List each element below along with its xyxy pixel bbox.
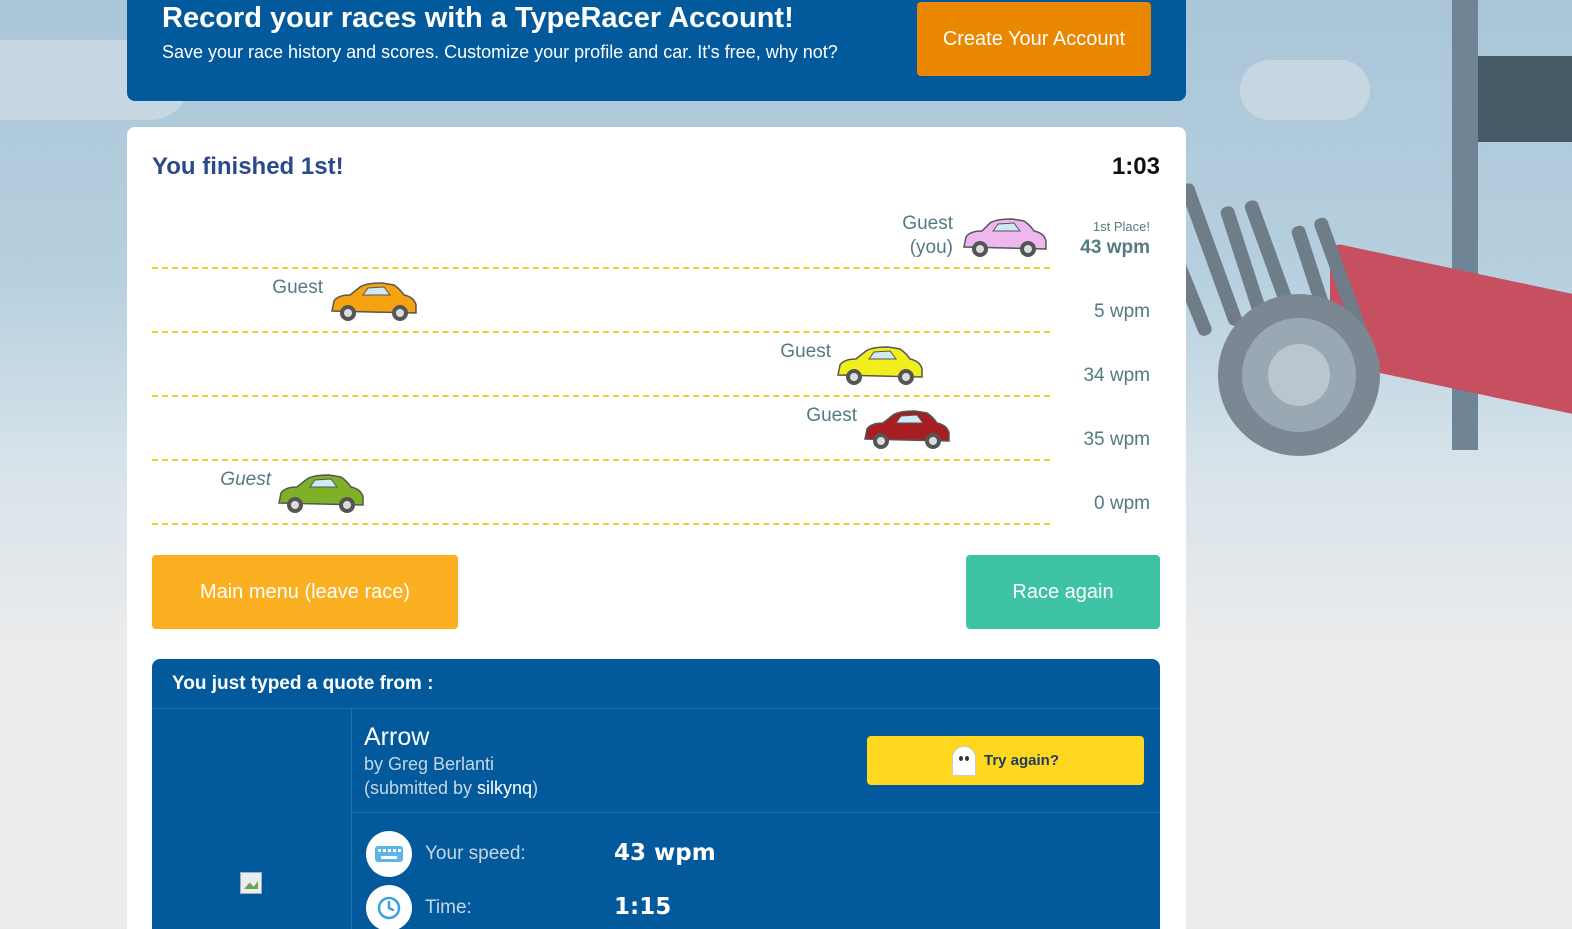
create-account-button[interactable]: Create Your Account (917, 2, 1151, 76)
race-timer: 1:03 (1111, 153, 1160, 180)
quote-source-title: Arrow (364, 723, 430, 751)
racer-wpm: 0 wpm (1094, 493, 1150, 514)
place-label: 1st Place! (1092, 219, 1150, 234)
racer-name: Guest (272, 277, 323, 298)
racer-name: Guest (you) (902, 213, 953, 258)
speed-value: 43 wpm (614, 840, 716, 866)
racer-name: Guest (806, 405, 857, 426)
divider (351, 709, 352, 929)
time-value: 1:15 (614, 894, 672, 920)
keyboard-icon (366, 831, 412, 877)
checkered-flag (1478, 56, 1572, 142)
speed-label: Your speed: (425, 843, 526, 864)
race-again-button[interactable]: Race again (966, 555, 1160, 629)
clock-icon (366, 885, 412, 929)
racer-name: Guest (220, 469, 271, 490)
finish-result-title: You finished 1st! (152, 153, 344, 180)
racer-wpm: 34 wpm (1083, 365, 1150, 386)
pink-car-icon (963, 218, 1047, 257)
submitter-link[interactable]: silkynq (477, 778, 532, 798)
divider (352, 812, 1160, 813)
quote-info-panel: You just typed a quote from : Arrow by G… (152, 659, 1160, 929)
racer-wpm: 35 wpm (1083, 429, 1150, 450)
racer-name: Guest (780, 341, 831, 362)
account-banner: Record your races with a TypeRacer Accou… (127, 0, 1186, 101)
yellow-car-icon (837, 346, 923, 385)
divider (152, 708, 1160, 709)
red-car-icon (864, 410, 950, 449)
main-menu-button[interactable]: Main menu (leave race) (152, 555, 458, 629)
racer-wpm: 5 wpm (1094, 301, 1150, 322)
racer-wpm: 43 wpm (1080, 237, 1150, 258)
try-again-label: Try again? (983, 752, 1060, 769)
quote-cover-image (240, 872, 262, 894)
try-again-button[interactable]: Try again? (867, 736, 1144, 785)
background-cloud (1240, 60, 1370, 120)
quote-author: by Greg Berlanti (364, 754, 495, 774)
banner-title: Record your races with a TypeRacer Accou… (162, 2, 794, 34)
race-results-card: You finished 1st! 1:03 Guest (you) 1st P… (127, 127, 1186, 929)
time-label: Time: (425, 897, 472, 918)
orange-car-icon (331, 282, 417, 321)
background-wheel-hub (1268, 344, 1330, 406)
ghost-icon (951, 745, 976, 776)
banner-subtitle: Save your race history and scores. Custo… (162, 42, 838, 62)
quote-submitter: (submitted by silkynq) (364, 778, 539, 798)
green-car-icon (278, 474, 364, 513)
quote-heading: You just typed a quote from : (172, 673, 434, 694)
